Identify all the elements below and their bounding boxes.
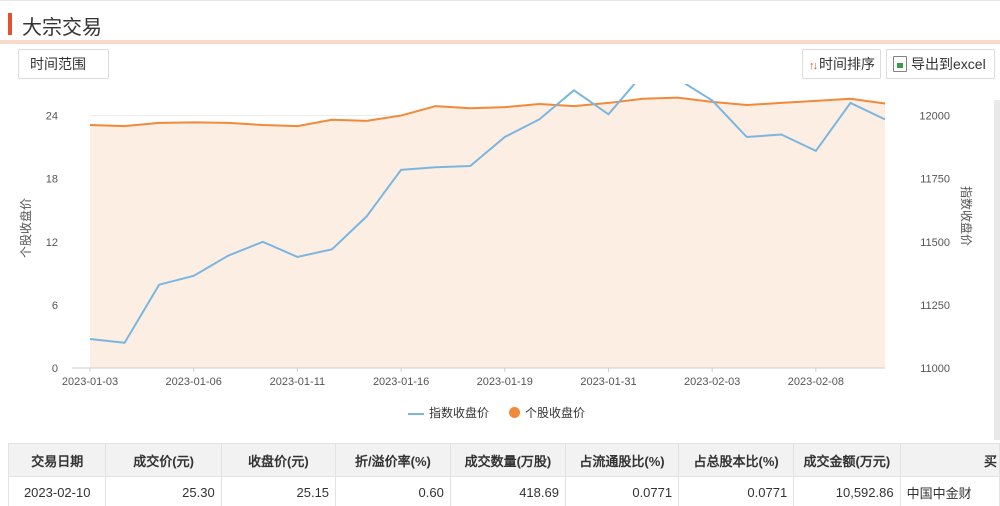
- block-trade-table: 交易日期 成交价(元) 收盘价(元) 折/溢价率(%) 成交数量(万股) 占流通…: [8, 443, 1000, 506]
- x-tick-label: 2023-02-03: [684, 376, 740, 388]
- y-tick-label-right: 11750: [920, 174, 950, 186]
- y-tick-label-right: 11000: [920, 363, 950, 375]
- legend-label-index: 指数收盘价: [429, 406, 490, 420]
- export-excel-button[interactable]: 导出到excel: [886, 49, 995, 79]
- sort-by-time-label: 时间排序: [819, 56, 875, 72]
- cell-date: 2023-02-10: [8, 476, 107, 506]
- legend-dot-marker: [509, 407, 520, 418]
- table-header-row: 交易日期 成交价(元) 收盘价(元) 折/溢价率(%) 成交数量(万股) 占流通…: [8, 443, 1000, 477]
- cell-premium-rate: 0.60: [335, 476, 451, 506]
- x-tick-label: 2023-01-03: [62, 376, 118, 388]
- x-tick-label: 2023-01-16: [373, 376, 429, 388]
- y-tick-label-right: 11500: [920, 237, 950, 249]
- cell-total-ratio: 0.0771: [678, 476, 795, 506]
- cell-float-ratio: 0.0771: [564, 476, 680, 506]
- y-tick-label-left: 6: [52, 300, 58, 312]
- col-header-float-ratio[interactable]: 占流通股比(%): [564, 443, 680, 477]
- x-tick-label: 2023-02-08: [788, 376, 844, 388]
- col-header-date[interactable]: 交易日期: [8, 443, 107, 477]
- excel-file-icon: [893, 56, 907, 72]
- legend-item-stock[interactable]: 个股收盘价: [509, 405, 585, 421]
- stock-area-fill: [90, 97, 885, 368]
- x-tick-label: 2023-01-31: [580, 376, 636, 388]
- title-bar: 大宗交易: [0, 0, 1000, 44]
- toolbar: 时间范围 ↑↓ 时间排序 导出到excel: [0, 44, 1000, 84]
- y-axis-title-left: 个股收盘价: [18, 198, 33, 258]
- cell-close-price: 25.15: [220, 476, 337, 506]
- legend-label-stock: 个股收盘价: [525, 406, 586, 420]
- y-tick-label-left: 18: [46, 174, 58, 186]
- chart-area: 0 11000 6 11250 12 11500 18 11750 24 12000 2023-01…: [0, 84, 1000, 434]
- title-accent-bar: [8, 13, 12, 35]
- cell-deal-price: 25.30: [105, 476, 222, 506]
- col-header-deal-price[interactable]: 成交价(元): [105, 443, 222, 477]
- cell-volume: 418.69: [449, 476, 566, 506]
- col-header-total-ratio[interactable]: 占总股本比(%): [678, 443, 795, 477]
- time-range-dropdown[interactable]: 时间范围: [18, 49, 109, 79]
- cell-amount: 10,592.86: [793, 476, 901, 506]
- cell-buyer[interactable]: 中国中金财: [899, 476, 1000, 506]
- y-tick-label-right: 11250: [920, 300, 950, 312]
- legend-item-index[interactable]: 指数收盘价: [408, 405, 489, 421]
- chart-legend: 指数收盘价 个股收盘价: [0, 405, 1000, 425]
- y-tick-label-left: 24: [46, 111, 58, 123]
- col-header-volume[interactable]: 成交数量(万股): [449, 443, 566, 477]
- page-title: 大宗交易: [22, 17, 102, 39]
- x-tick-label: 2023-01-06: [166, 376, 222, 388]
- y-tick-label-left: 12: [46, 237, 58, 249]
- col-header-buyer[interactable]: 买: [899, 443, 1000, 477]
- export-excel-label: 导出到excel: [911, 56, 986, 72]
- legend-line-marker: [408, 412, 424, 415]
- col-header-close-price[interactable]: 收盘价(元): [220, 443, 337, 477]
- vertical-scrollbar[interactable]: [994, 100, 1000, 440]
- y-axis-title-right: 指数收盘价: [959, 186, 974, 246]
- col-header-amount[interactable]: 成交金额(万元): [793, 443, 901, 477]
- x-tick-label: 2023-01-11: [270, 376, 325, 388]
- col-header-premium-rate[interactable]: 折/溢价率(%): [335, 443, 451, 477]
- sort-arrows-icon: ↑↓: [809, 60, 818, 72]
- x-tick-label: 2023-01-19: [477, 376, 533, 388]
- y-tick-label-right: 12000: [919, 111, 950, 123]
- y-tick-label-left: 0: [52, 363, 58, 375]
- price-chart: 0 11000 6 11250 12 11500 18 11750 24 12000 2023-01…: [18, 84, 974, 388]
- table-row: 2023-02-10 25.30 25.15 0.60 418.69 0.077…: [8, 476, 1000, 506]
- sort-by-time-button[interactable]: ↑↓ 时间排序: [802, 49, 881, 79]
